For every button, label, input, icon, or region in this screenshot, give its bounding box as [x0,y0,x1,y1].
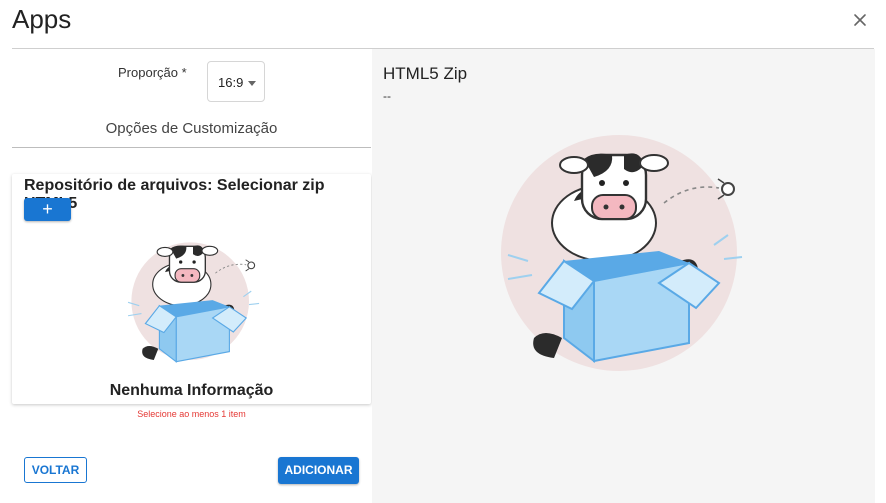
back-button[interactable]: VOLTAR [24,457,87,483]
add-button[interactable]: ADICIONAR [278,457,359,484]
close-icon[interactable] [850,10,870,30]
preview-title: HTML5 Zip [383,64,468,83]
proportion-label: Proporção * [118,65,187,80]
empty-box-cow-illustration [501,135,743,371]
add-file-button[interactable]: + [24,198,71,221]
proportion-value: 16:9 [218,75,244,90]
repository-title: Repositório de arquivos: Selecionar zip … [24,177,325,212]
form-panel: Proporção * 16:9 Opções de Customização … [0,49,372,503]
preview-panel: HTML5 Zip -- [372,49,875,503]
caret-down-icon [248,81,256,86]
customization-options-title: Opções de Customização [105,120,278,137]
proportion-select[interactable]: 16:9 [207,61,265,102]
empty-box-cow-illustration [127,242,260,363]
selection-warning: Selecione ao menos 1 item [137,409,246,419]
file-repository-card: Repositório de arquivos: Selecionar zip … [12,174,371,404]
dialog-title: Apps [12,4,72,34]
options-divider [12,147,371,148]
empty-state-label: Nenhuma Informação [109,382,274,399]
preview-subtitle: -- [383,89,391,103]
